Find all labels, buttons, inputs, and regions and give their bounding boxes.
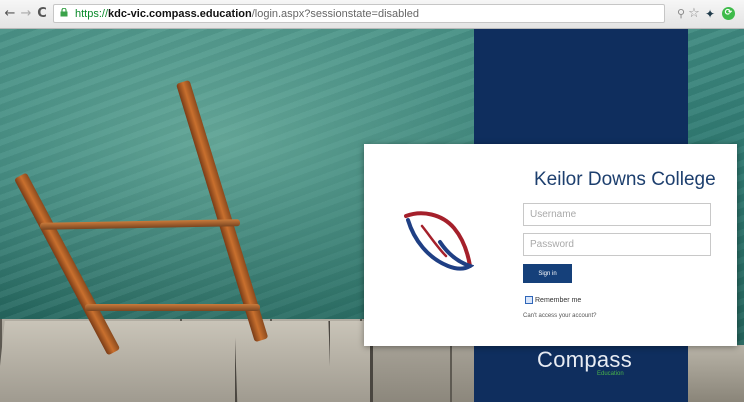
wooden-deck-right bbox=[688, 345, 744, 402]
compass-logo-text: Compass bbox=[537, 347, 633, 372]
username-input[interactable] bbox=[523, 203, 711, 226]
login-page: Compass Education Keilor Downs College S… bbox=[0, 29, 744, 402]
extension-green-icon[interactable]: ⟳ bbox=[722, 7, 735, 20]
bookmark-star-icon[interactable]: ☆ bbox=[686, 6, 702, 22]
extension-bird-icon[interactable]: ✦ bbox=[702, 6, 718, 22]
url-path: /login.aspx?sessionstate=disabled bbox=[251, 8, 419, 20]
deck-plank bbox=[140, 321, 238, 402]
url-scheme: https:// bbox=[75, 8, 109, 20]
deck-plank bbox=[234, 321, 335, 402]
remember-me-checkbox[interactable] bbox=[525, 296, 533, 304]
reload-icon[interactable]: C bbox=[35, 7, 49, 21]
password-input[interactable] bbox=[523, 233, 711, 256]
forward-arrow-icon[interactable]: → bbox=[19, 7, 33, 21]
back-arrow-icon[interactable]: ← bbox=[3, 7, 17, 21]
browser-toolbar: ← → C https://kdc-vic.compass.education/… bbox=[0, 0, 744, 29]
remember-me-label[interactable]: Remember me bbox=[535, 297, 581, 304]
remember-me-row: Remember me bbox=[525, 295, 581, 305]
compass-education-text: Education bbox=[597, 371, 624, 377]
school-name-heading: Keilor Downs College bbox=[534, 169, 716, 190]
lock-icon bbox=[60, 8, 68, 17]
school-logo-icon bbox=[404, 211, 474, 271]
ladder-rung bbox=[85, 304, 260, 311]
sign-in-button[interactable]: Sign in bbox=[523, 264, 572, 283]
url-text: https://kdc-vic.compass.education/login.… bbox=[75, 7, 419, 21]
cant-access-account-link[interactable]: Can't access your account? bbox=[523, 313, 597, 319]
login-card: Keilor Downs College Sign in Remember me… bbox=[364, 144, 737, 346]
address-bar[interactable]: https://kdc-vic.compass.education/login.… bbox=[53, 4, 665, 23]
url-host: kdc-vic.compass.education bbox=[108, 8, 252, 20]
